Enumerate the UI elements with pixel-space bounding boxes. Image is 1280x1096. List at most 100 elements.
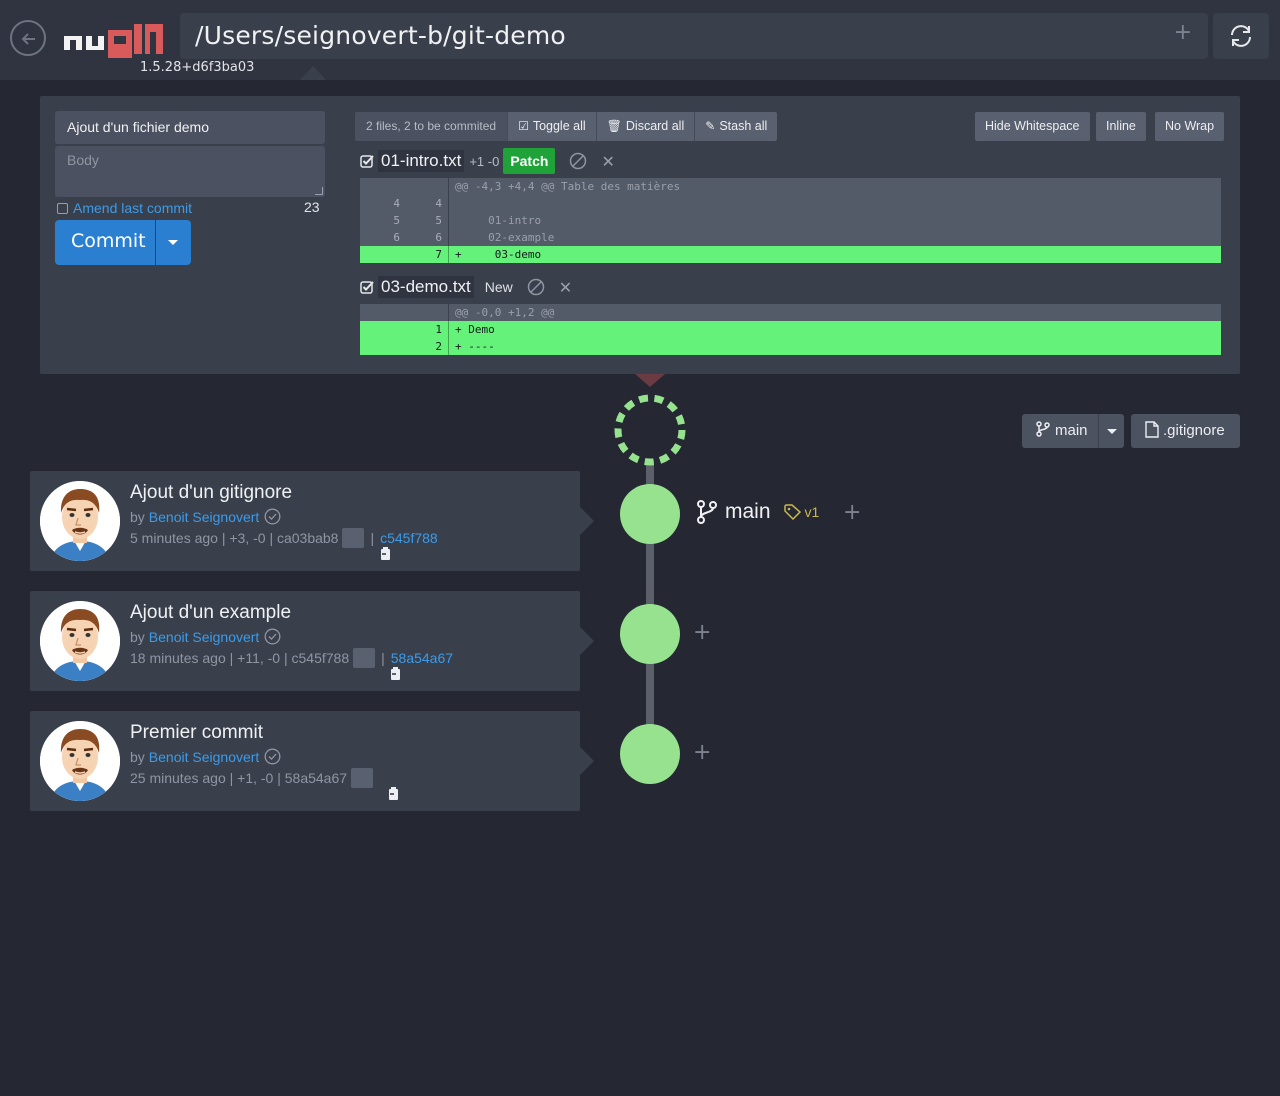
staging-panel: Ajout d'un fichier demo Body Amend last … [40,96,1240,374]
avatar-image [40,481,120,561]
inline-button[interactable]: Inline [1096,112,1146,141]
clipboard-icon [389,787,399,800]
discard-file-icon[interactable]: ✕ [559,278,572,297]
copy-hash-button[interactable] [353,648,401,680]
commit-button[interactable]: Commit [55,220,155,265]
tag-ref[interactable]: v1 [783,504,820,520]
commit-options-dropdown[interactable] [156,220,191,265]
commit-author-line: by Benoit Seignovert [130,748,281,765]
new-line-number: 7 [435,248,442,261]
refresh-button[interactable] [1213,13,1269,59]
clipboard-icon [380,547,390,560]
card-caret [580,747,594,775]
tag-icon [783,504,801,520]
commit-node[interactable] [620,484,680,544]
commit-author-line: by Benoit Seignovert [130,628,281,645]
by-label: by [130,508,145,525]
staging-caret [635,374,665,387]
commit-title[interactable]: Premier commit [130,722,263,744]
avatar [40,601,120,681]
commit-meta: 18 minutes ago | +11, -0 | c545f788 | 58… [130,648,453,680]
branch-selector: main [1022,414,1124,448]
repo-path-input[interactable]: /Users/seignovert-b/git-demo + [180,13,1208,59]
commit-card[interactable]: Premier commit by Benoit Seignovert 25 m… [30,711,594,811]
resize-handle-icon[interactable] [315,187,323,195]
author-link[interactable]: Benoit Seignovert [149,509,260,525]
branch-button[interactable]: main [1022,414,1098,448]
file-name[interactable]: 03-demo.txt [378,276,474,298]
diff-line-added[interactable]: 2 + ---- [360,338,1221,355]
gutter-divider [448,229,449,246]
branch-ref[interactable]: main v1 [696,499,819,525]
branch-ref-name[interactable]: main [725,500,771,524]
toggle-all-button[interactable]: ☑ Toggle all [507,112,596,141]
no-wrap-button[interactable]: No Wrap [1155,112,1225,141]
by-label: by [130,748,145,765]
branch-icon [697,500,717,524]
checked-checkbox-icon[interactable] [360,154,374,168]
author-link[interactable]: Benoit Seignovert [149,629,260,645]
diff-text: 01-intro [455,214,542,227]
checked-checkbox-icon[interactable] [360,280,374,294]
commit-title[interactable]: Ajout d'un gitignore [130,482,292,504]
file-header: 03-demo.txt New ✕ [360,275,572,299]
commit-title-input[interactable]: Ajout d'un fichier demo [55,111,325,144]
copy-hash-button[interactable] [342,528,390,560]
stash-all-button[interactable]: ✎ Stash all [694,112,778,141]
back-button[interactable] [10,20,46,56]
copy-hash-button[interactable] [351,768,399,800]
commit-meta-text: 5 minutes ago | +3, -0 | ca03bab8 [130,530,339,546]
commit-node[interactable] [620,724,680,784]
commit-body-input[interactable]: Body [55,146,325,197]
gutter-divider [448,178,449,195]
file-name[interactable]: 01-intro.txt [378,150,465,172]
add-ref-button[interactable]: + [693,740,711,765]
amend-label[interactable]: Amend last commit [73,200,192,216]
verified-icon [264,508,281,525]
repo-path-text: /Users/seignovert-b/git-demo [195,21,566,50]
commit-node[interactable] [620,604,680,664]
ignore-icon[interactable] [527,278,545,296]
old-line-number: 6 [393,231,400,244]
diff-line-context[interactable]: 6 6 02-example [360,229,1221,246]
refresh-icon [1231,25,1251,47]
file-stat: +1 -0 [469,153,500,169]
hide-whitespace-button[interactable]: Hide Whitespace [975,112,1090,141]
diff-line-context[interactable]: 5 5 01-intro [360,212,1221,229]
commit-title[interactable]: Ajout d'un example [130,602,291,624]
tag-name: v1 [804,504,820,520]
commit-card[interactable]: Ajout d'un gitignore by Benoit Seignover… [30,471,594,571]
commit-body-placeholder: Body [67,152,99,168]
branch-dropdown[interactable] [1097,414,1124,448]
commit-meta: 25 minutes ago | +1, -0 | 58a54a67 [130,768,399,800]
author-link[interactable]: Benoit Seignovert [149,749,260,765]
old-line-number: 5 [393,214,400,227]
ungit-logo[interactable] [62,20,166,64]
gutter-divider [448,195,449,212]
amend-checkbox[interactable]: Amend last commit [57,200,192,216]
add-path-button[interactable]: + [1174,20,1192,45]
diff-line-context[interactable]: 44 [360,195,1221,212]
file-icon [1145,421,1159,438]
path-caret [300,66,326,80]
diff-view: @@ -0,0 +1,2 @@ 1 + Demo 2 + ---- [360,304,1221,355]
discard-file-icon[interactable]: ✕ [601,152,614,171]
diff-text: + Demo [455,323,495,336]
gitignore-button[interactable]: .gitignore [1131,414,1240,448]
ignore-icon[interactable] [569,152,587,170]
avatar-image [40,721,120,801]
patch-button[interactable]: Patch [503,148,556,174]
add-ref-button[interactable]: + [693,620,711,645]
commit-card[interactable]: Ajout d'un example by Benoit Seignovert … [30,591,594,691]
diff-line-added[interactable]: 1 + Demo [360,321,1221,338]
diff-hunk-header[interactable]: @@ -0,0 +1,2 @@ [360,304,1221,321]
verified-icon [264,748,281,765]
branch-label: main [1055,422,1088,439]
add-ref-button[interactable]: + [843,500,861,525]
avatar-image [40,601,120,681]
diff-line-added[interactable]: 7 + 03-demo [360,246,1221,263]
checkbox-icon[interactable] [57,203,68,214]
discard-all-button[interactable]: 🗑 Discard all [595,112,695,141]
diff-hunk-header[interactable]: @@ -4,3 +4,4 @@ Table des matières [360,178,1221,195]
avatar [40,481,120,561]
